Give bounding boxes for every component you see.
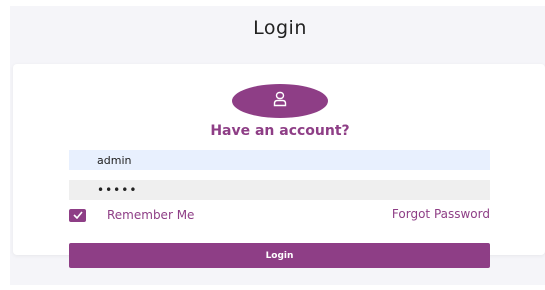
remember-me-row[interactable]: Remember Me [69, 207, 194, 223]
username-input[interactable] [69, 150, 490, 170]
have-account-heading: Have an account? [210, 123, 350, 139]
password-input[interactable] [69, 180, 490, 200]
forgot-password-link[interactable]: Forgot Password [392, 207, 490, 221]
avatar-badge [232, 84, 328, 118]
remember-me-checkbox[interactable] [69, 208, 86, 222]
checkmark-icon [72, 211, 83, 219]
page-title: Login [253, 17, 307, 39]
remember-me-label[interactable]: Remember Me [107, 208, 194, 222]
login-button[interactable]: Login [69, 243, 490, 268]
user-icon [272, 91, 288, 111]
